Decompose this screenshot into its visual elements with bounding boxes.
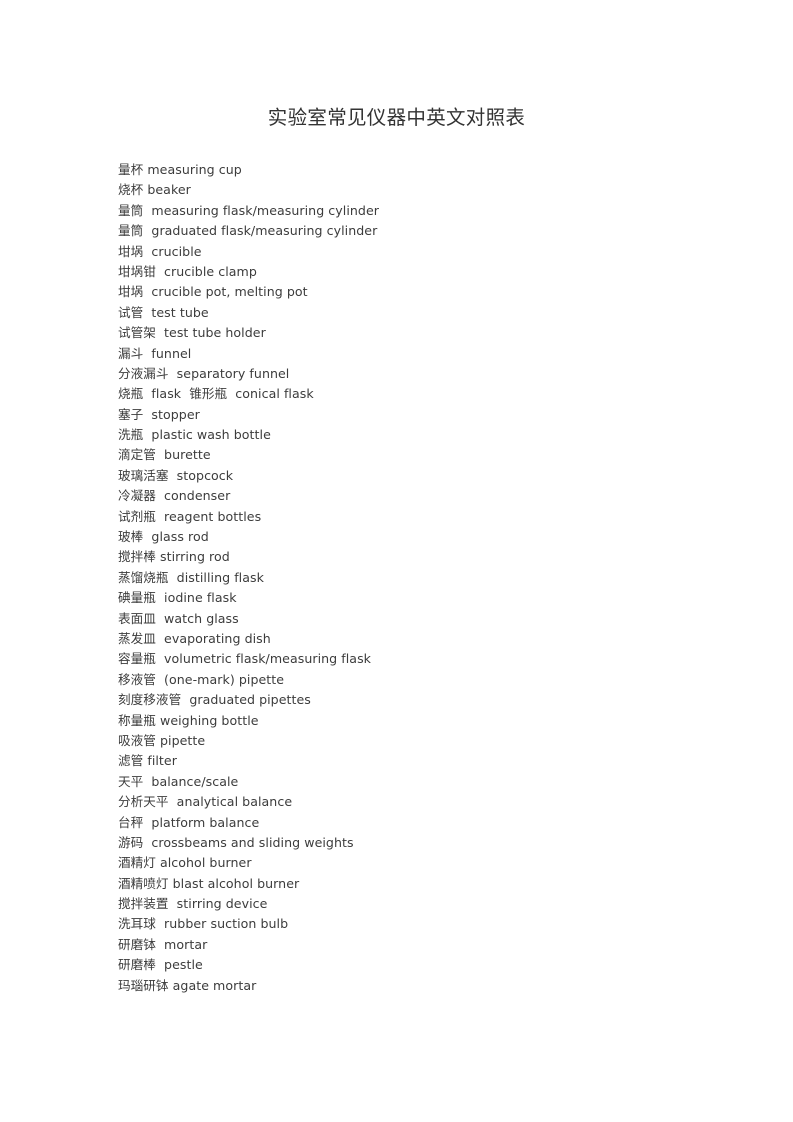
glossary-entry: 蒸发皿 evaporating dish — [118, 630, 271, 646]
glossary-entry-list: 量杯 measuring cup 烧杯 beaker 量筒 measuring fl… — [118, 160, 758, 996]
glossary-entry: 称量瓶 weighing bottle — [118, 712, 259, 728]
glossary-entry: 试剂瓶 reagent bottles — [118, 508, 262, 524]
glossary-entry: 表面皿 watch glass — [118, 610, 239, 626]
glossary-entry: 吸液管 pipette — [118, 732, 206, 748]
glossary-entry: 滤管 filter — [118, 753, 177, 769]
glossary-entry: 量筒 graduated flask/measuring cylinder — [118, 223, 378, 239]
glossary-entry: 量筒 measuring flask/measuring cylinder — [118, 202, 379, 218]
glossary-entry: 漏斗 funnel — [118, 345, 192, 361]
glossary-entry: 滴定管 burette — [118, 447, 211, 463]
glossary-entry: 玛瑙研钵 agate mortar — [118, 977, 257, 993]
glossary-entry: 分析天平 analytical balance — [118, 794, 293, 810]
glossary-entry: 试管架 test tube holder — [118, 325, 266, 341]
glossary-entry: 坩埚钳 crucible clamp — [118, 263, 257, 279]
glossary-entry: 烧瓶 flask 锥形瓶 conical flask — [118, 386, 314, 402]
glossary-entry: 试管 test tube — [118, 304, 209, 320]
glossary-entry: 烧杯 beaker — [118, 182, 191, 198]
glossary-entry: 天平 balance/scale — [118, 773, 239, 789]
glossary-entry: 移液管 (one-mark) pipette — [118, 671, 285, 687]
glossary-entry: 坩埚 crucible pot, melting pot — [118, 284, 308, 300]
glossary-entry: 酒精喷灯 blast alcohol burner — [118, 875, 300, 891]
glossary-entry: 碘量瓶 iodine flask — [118, 590, 237, 606]
glossary-entry: 容量瓶 volumetric flask/measuring flask — [118, 651, 372, 667]
glossary-entry: 玻棒 glass rod — [118, 529, 209, 545]
glossary-entry: 研磨钵 mortar — [118, 936, 208, 952]
glossary-entry: 洗瓶 plastic wash bottle — [118, 427, 271, 443]
glossary-entry: 台秤 platform balance — [118, 814, 260, 830]
glossary-entry: 分液漏斗 separatory funnel — [118, 365, 290, 381]
glossary-entry: 坩埚 crucible — [118, 243, 202, 259]
page-title: 实验室常见仪器中英文对照表 — [267, 106, 526, 129]
document-page: 实验室常见仪器中英文对照表 量杯 measuring cup 烧杯 beaker 量… — [0, 0, 793, 1122]
glossary-entry: 冷凝器 condenser — [118, 488, 231, 504]
glossary-entry: 量杯 measuring cup — [118, 162, 242, 177]
glossary-entry: 刻度移液管 graduated pipettes — [118, 692, 311, 708]
glossary-entry: 塞子 stopper — [118, 406, 200, 422]
glossary-entry: 研磨棒 pestle — [118, 957, 203, 973]
glossary-entry: 酒精灯 alcohol burner — [118, 855, 252, 871]
glossary-entry: 搅拌装置 stirring device — [118, 896, 268, 912]
glossary-entry: 洗耳球 rubber suction bulb — [118, 916, 289, 932]
glossary-entry: 蒸馏烧瓶 distilling flask — [118, 569, 264, 585]
glossary-entry: 游码 crossbeams and sliding weights — [118, 834, 354, 850]
glossary-entry: 玻璃活塞 stopcock — [118, 467, 234, 483]
glossary-entry: 搅拌棒 stirring rod — [118, 549, 230, 565]
